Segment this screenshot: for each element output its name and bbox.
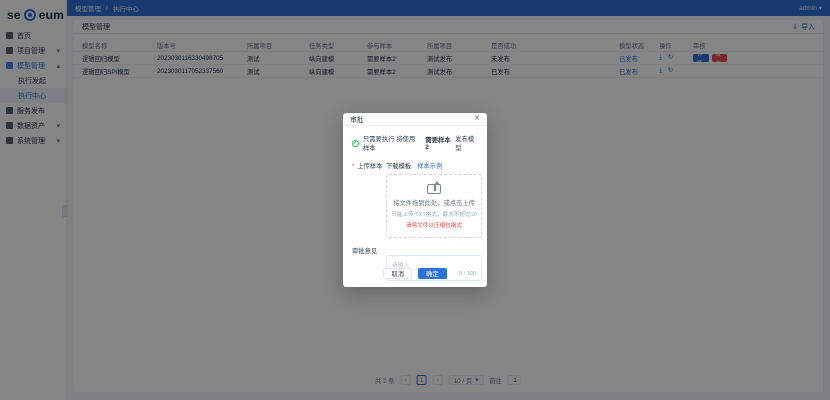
notice-prefix: 只需要执行 将使用样本 [363,136,416,152]
upload-label: * 上传样本 [352,161,383,170]
required-mark: * [352,163,355,170]
check-circle-icon: ✓ [352,139,359,147]
modal-footer: 取消 确定 [343,268,487,279]
app-root: se eum 首页 项目管理 ▾ 模型管理 ▴ 执行发起 执行中心 服务发布 数… [0,0,830,400]
upload-text: 将文件拖到此处，或点击上传 [393,199,475,207]
upload-link-template[interactable]: 下载模板 [386,161,411,170]
upload-warning: 请将文件以压缩包格式 [406,222,462,229]
close-icon[interactable]: × [474,114,480,124]
upload-hint: 只能上传 TXT格式，最大不超过10 [391,211,477,218]
upload-dropzone[interactable]: 将文件拖到此处，或点击上传 只能上传 TXT格式，最大不超过10 请将文件以压缩… [386,174,482,238]
modal-notice: ✓ 只需要执行 将使用样本 需要样本2 发布模型 [352,134,478,152]
upload-label-text: 上传样本 [357,163,383,170]
modal-title: 审批 [350,117,364,124]
approval-modal: 审批 × ✓ 只需要执行 将使用样本 需要样本2 发布模型 * 上传样本 下载模… [343,113,487,287]
upload-links: 下载模板 样本示例 [386,161,442,170]
upload-row: * 上传样本 下载模板 样本示例 [352,161,478,170]
modal-body: ✓ 只需要执行 将使用样本 需要样本2 发布模型 * 上传样本 下载模板 样本示… [343,126,487,281]
comment-label: 审批意见 [352,248,378,255]
comment-row: 审批意见 [352,246,478,255]
upload-link-example[interactable]: 样本示例 [417,161,442,170]
upload-icon [427,180,441,194]
confirm-button[interactable]: 确定 [418,268,447,279]
notice-suffix: 发布模型 [455,136,475,152]
notice-strong: 需要样本2 [425,137,451,151]
modal-header: 审批 × [343,113,487,126]
cancel-button[interactable]: 取消 [383,268,412,279]
